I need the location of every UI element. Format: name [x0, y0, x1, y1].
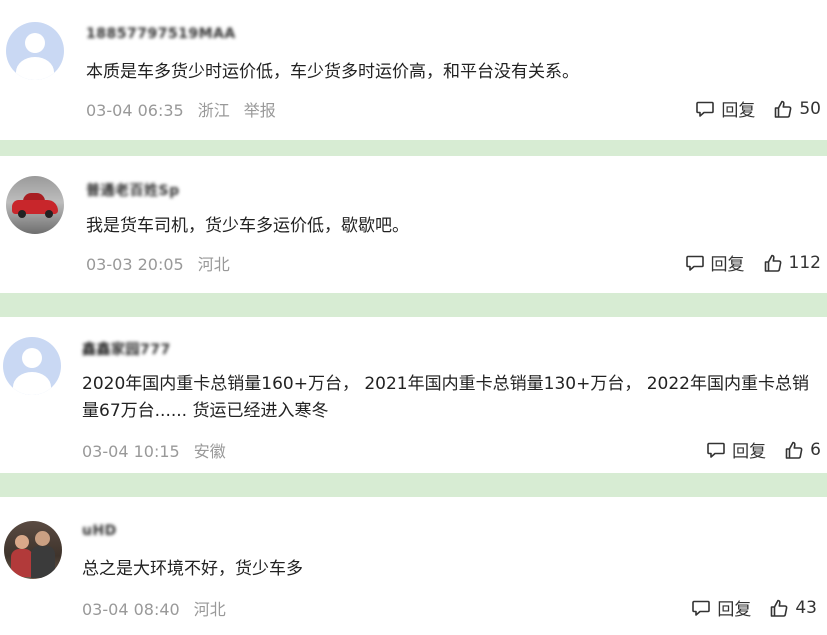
reply-label: 回复 [732, 442, 767, 462]
thumbs-up-icon [764, 254, 781, 272]
like-count: 112 [788, 252, 821, 273]
user-avatar[interactable] [6, 22, 64, 80]
comment-text-line-1: 2020年国内重卡总销量160+万台， 2021年国内重卡总销量130+万台， … [82, 374, 809, 394]
like-button[interactable]: 43 [769, 598, 817, 618]
reply-icon [685, 255, 704, 271]
comment-text: 本质是车多货少时运价低，车少货多时运价高，和平台没有关系。 [86, 62, 579, 82]
comment-date: 03-04 08:40 [82, 600, 180, 619]
comment-meta: 03-03 20:05 河北 [86, 251, 244, 275]
thumbs-up-icon [771, 599, 788, 617]
thumbs-up-icon [775, 100, 792, 118]
comment-item: uHD 总之是大环境不好，货少车多 03-04 08:40 河北 回复 43 [0, 497, 827, 635]
username[interactable]: uHD [82, 523, 117, 539]
comment-date: 03-04 10:15 [82, 442, 180, 461]
comment-date: 03-04 06:35 [86, 101, 184, 120]
user-avatar[interactable] [3, 337, 61, 395]
like-button[interactable]: 6 [784, 440, 821, 460]
comment-region: 河北 [197, 255, 230, 274]
comment-region: 浙江 [197, 101, 230, 120]
reply-icon [692, 600, 711, 616]
thumbs-up-icon [785, 441, 803, 459]
username[interactable]: 18857797519MAA [86, 26, 236, 42]
comment-item: 普通老百姓Sp 我是货车司机，货少车多运价低，歇歇吧。 03-03 20:05 河… [0, 156, 827, 293]
report-link[interactable]: 举报 [244, 101, 276, 120]
comment-actions: 回复 43 [691, 595, 817, 620]
reply-label: 回复 [721, 101, 756, 121]
reply-icon [707, 442, 725, 458]
comment-region: 安徽 [193, 442, 226, 461]
user-avatar[interactable] [4, 521, 62, 579]
reply-button[interactable]: 回复 [685, 250, 745, 275]
comment-actions: 回复 50 [695, 96, 821, 121]
reply-button[interactable]: 回复 [706, 437, 766, 462]
comment-text: 我是货车司机，货少车多运价低，歇歇吧。 [86, 216, 409, 236]
comment-list: 18857797519MAA 本质是车多货少时运价低，车少货多时运价高，和平台没… [0, 0, 827, 635]
username[interactable]: 普通老百姓Sp [86, 180, 180, 200]
like-count: 50 [799, 98, 821, 119]
like-button[interactable]: 50 [773, 99, 821, 119]
separator [0, 140, 827, 156]
comment-region: 河北 [193, 600, 226, 619]
comment-meta: 03-04 06:35 浙江 举报 [86, 97, 290, 121]
comment-meta: 03-04 08:40 河北 [82, 596, 240, 620]
comment-item: 18857797519MAA 本质是车多货少时运价低，车少货多时运价高，和平台没… [0, 0, 827, 140]
separator [0, 473, 827, 497]
reply-icon [696, 101, 715, 117]
comment-meta: 03-04 10:15 安徽 [82, 438, 240, 462]
comment-actions: 回复 6 [706, 437, 821, 462]
separator [0, 293, 827, 317]
like-count: 6 [810, 439, 821, 460]
user-avatar[interactable] [6, 176, 64, 234]
comment-text-line-2: 量67万台...... 货运已经进入寒冬 [82, 401, 329, 421]
like-count: 43 [795, 597, 817, 618]
comment-item: 鑫鑫家园777 2020年国内重卡总销量160+万台， 2021年国内重卡总销量… [0, 317, 827, 473]
comment-text: 总之是大环境不好，货少车多 [82, 559, 303, 579]
comment-actions: 回复 112 [685, 250, 821, 275]
reply-button[interactable]: 回复 [691, 595, 751, 620]
like-button[interactable]: 112 [763, 253, 821, 273]
comment-date: 03-03 20:05 [86, 255, 184, 274]
reply-button[interactable]: 回复 [695, 96, 755, 121]
username[interactable]: 鑫鑫家园777 [82, 339, 171, 359]
reply-label: 回复 [710, 255, 745, 275]
reply-label: 回复 [717, 600, 752, 620]
